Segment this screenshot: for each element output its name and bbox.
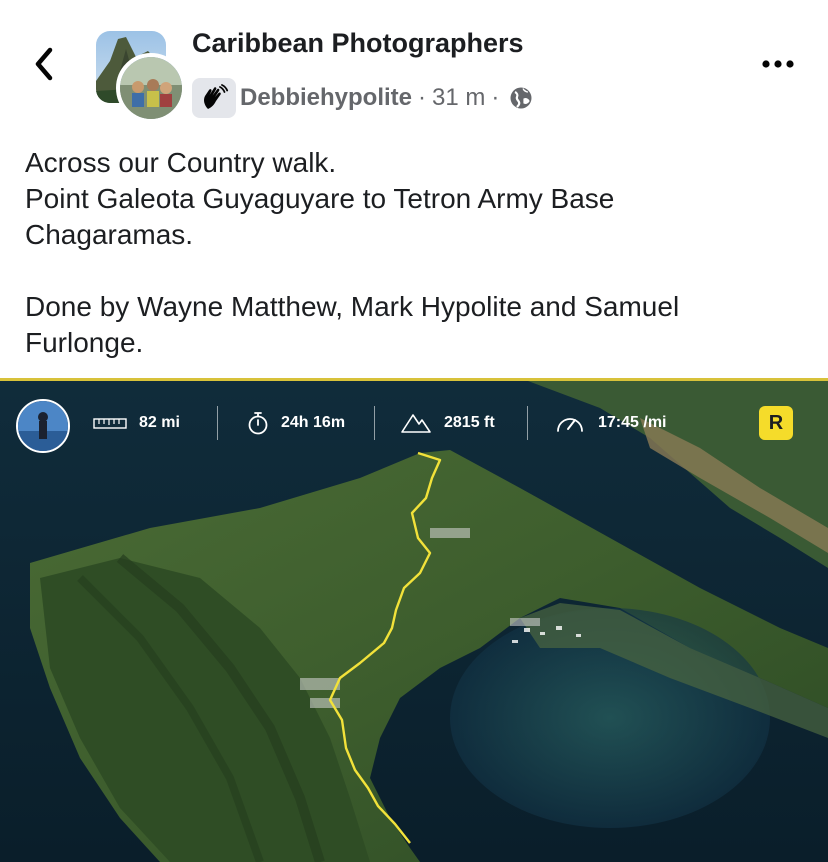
stat-distance: 82 mi	[93, 408, 180, 438]
post-text-spacer	[25, 253, 805, 289]
speedometer-icon	[557, 418, 583, 432]
relive-logo: R	[759, 406, 793, 440]
activity-stats-bar: 82 mi 24h 16m 2815 ft 17:45 /mi R	[0, 378, 828, 468]
stat-duration: 24h 16m	[247, 408, 345, 438]
meta-separator: ·	[418, 84, 427, 111]
meta-separator: ·	[491, 84, 500, 111]
stopwatch-icon	[248, 412, 268, 435]
stat-elevation: 2815 ft	[400, 408, 495, 438]
mountain-icon	[401, 414, 431, 433]
chevron-left-icon	[35, 47, 53, 81]
post-time[interactable]: 31 m	[432, 84, 485, 112]
author-avatar[interactable]	[116, 53, 186, 123]
post-text-line: Point Galeota Guyaguyare to Tetron Army …	[25, 183, 615, 214]
post-text-line: Across our Country walk.	[25, 147, 337, 178]
group-avatar-stack[interactable]	[96, 31, 186, 123]
post-text-line: Done by Wayne Matthew, Mark Hypolite and…	[25, 291, 680, 322]
elevation-value: 2815 ft	[444, 414, 495, 431]
post-meta: Debbiehypolite · 31 m ·	[192, 78, 533, 118]
stat-pace: 17:45 /mi	[554, 408, 666, 438]
post-text-line: Chagaramas.	[25, 219, 194, 250]
member-badge[interactable]	[192, 78, 236, 118]
post-header: Caribbean Photographers Debbiehypolite ·…	[0, 0, 828, 130]
author-name[interactable]: Debbiehypolite	[240, 84, 412, 112]
stat-divider	[527, 406, 528, 440]
ruler-icon	[93, 418, 127, 429]
runner-avatar	[16, 399, 70, 453]
post-body: Across our Country walk. Point Galeota G…	[25, 145, 805, 361]
post-text-line: Furlonge.	[25, 327, 144, 358]
duration-value: 24h 16m	[281, 414, 346, 431]
ellipsis-icon	[762, 60, 794, 68]
group-name[interactable]: Caribbean Photographers	[192, 28, 524, 59]
distance-value: 82 mi	[139, 414, 180, 431]
waving-hand-icon	[204, 84, 229, 109]
globe-icon	[509, 86, 533, 110]
pace-value: 17:45 /mi	[598, 414, 667, 431]
back-button[interactable]	[28, 44, 62, 84]
activity-map-image[interactable]: 82 mi 24h 16m 2815 ft 17:45 /mi R	[0, 378, 828, 862]
more-options-button[interactable]	[760, 52, 800, 76]
stat-divider	[217, 406, 218, 440]
stat-divider	[374, 406, 375, 440]
